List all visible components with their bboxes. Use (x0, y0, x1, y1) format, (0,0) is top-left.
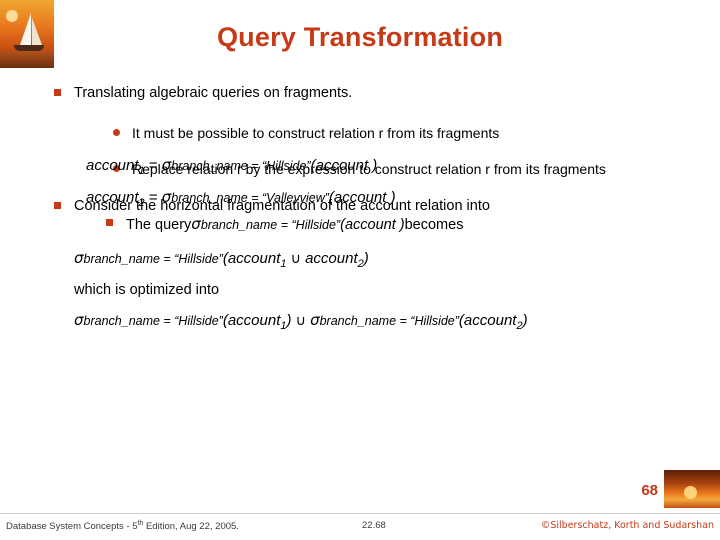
footer-divider (0, 513, 720, 514)
bullet-3-pre: The query (126, 217, 192, 233)
formula-1-eq: = (144, 157, 162, 174)
thumb-sun (684, 486, 697, 499)
formula-5-close2: ) (522, 312, 528, 329)
sunset-decorative-image (664, 470, 720, 508)
formula-3-condition: branch_name = “Hillside” (83, 252, 223, 266)
formula-1-condition: branch_name = “Hillside” (171, 159, 311, 173)
bullet-item-3: The queryσbranch_name = “Hillside”(accou… (104, 214, 463, 236)
formula-account2: account2 = σbranch_name = “Valleyview”(a… (86, 188, 396, 209)
sub-bullet-1-text: It must be possible to construct relatio… (132, 124, 500, 141)
sigma-icon: σ (161, 188, 172, 206)
footer-center: 22.68 (362, 520, 386, 531)
formula-account1: account1 = σbranch_name = “Hillside”(acc… (86, 156, 377, 177)
formula-2-condition: branch_name = “Valleyview” (171, 191, 329, 205)
formula-5-close1: ) (286, 312, 292, 329)
sub-bullet-item-1: It must be possible to construct relatio… (110, 124, 720, 143)
sigma-icon: σ (191, 215, 201, 233)
bullet-3-condition: branch_name = “Hillside” (200, 218, 341, 232)
image-sun (6, 10, 18, 22)
formula-5-arg1: (account (222, 312, 281, 329)
bullet-item-1: Translating algebraic queries on fragmen… (52, 84, 720, 104)
dot-bullet-icon (113, 128, 120, 136)
square-bullet-icon (54, 89, 61, 96)
bullet-1-text: Translating algebraic queries on fragmen… (74, 85, 353, 101)
page-title: Query Transformation (216, 22, 504, 52)
formula-2-lhs: account (86, 189, 139, 206)
footer-left-b: Edition, Aug 22, 2005. (143, 521, 239, 533)
formula-5-condition-2: branch_name = “Hillside” (319, 314, 459, 328)
sigma-icon: σ (310, 311, 320, 329)
formula-query-union: σbranch_name = “Hillside”(account1 ∪ acc… (74, 249, 369, 270)
formula-1-lhs: account (86, 157, 139, 174)
bullet-3-arg: (account ) (340, 217, 405, 233)
formula-2-arg: (account ) (328, 189, 396, 206)
footer-left-a: Database System Concepts - 5 (6, 521, 138, 533)
formula-2-eq: = (144, 189, 162, 206)
formula-3-close: ) (363, 250, 369, 267)
sigma-icon: σ (74, 311, 84, 329)
sigma-icon: σ (161, 156, 172, 174)
square-bullet-icon (106, 219, 113, 226)
square-bullet-icon (54, 202, 61, 210)
formula-5-condition-1: branch_name = “Hillside” (83, 314, 223, 328)
union-icon: ∪ (295, 313, 306, 329)
image-water (0, 51, 54, 68)
formula-5-arg2: (account (458, 312, 517, 329)
slide-number: 68 (641, 482, 658, 499)
formula-optimized-union: σbranch_name = “Hillside”(account1) ∪ σb… (74, 311, 528, 332)
bullet-3-post: becomes (404, 217, 464, 233)
sigma-icon: σ (74, 249, 84, 267)
formula-3-arg1: (account (222, 250, 281, 267)
formula-1-arg: (account ) (310, 157, 378, 174)
formula-3-sub1: 1 (280, 258, 287, 270)
optimized-note: which is optimized into (74, 282, 220, 298)
union-icon: ∪ (290, 251, 301, 267)
footer-right: ©Silberschatz, Korth and Sudarshan (540, 520, 714, 531)
formula-3-arg2: account (305, 250, 358, 267)
footer-left: Database System Concepts - 5th Edition, … (6, 520, 239, 532)
